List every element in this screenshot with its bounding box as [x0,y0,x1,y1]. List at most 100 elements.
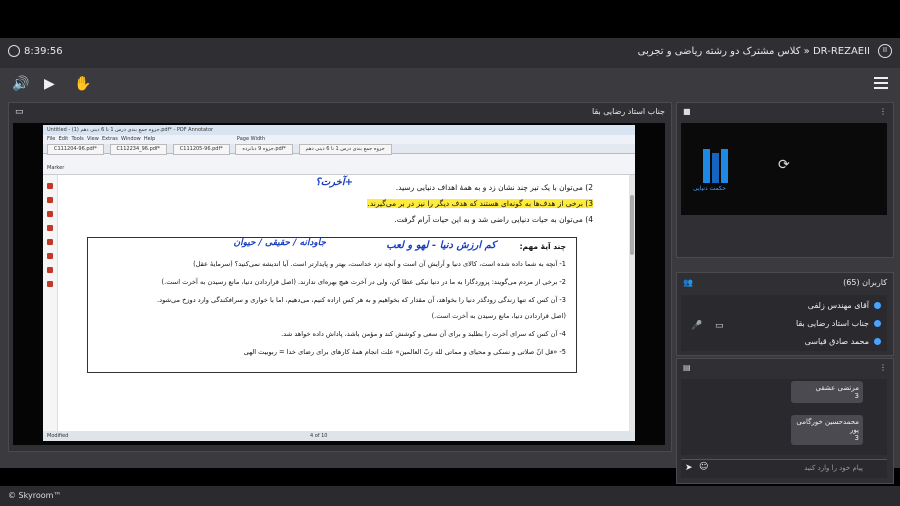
handwriting-note: کم ارزش دنیا - لهو و لعب [386,240,496,251]
verse-line: (اصل قراردادن دنیا، مانع رسیدن به آخرت ا… [431,312,566,320]
users-count-title: کاربران (65) [843,278,887,287]
screen-share-icon: ▭ [15,107,24,117]
tool-icon[interactable] [47,211,53,217]
tool-icon[interactable] [47,281,53,287]
users-group-icon: 👥 [683,278,693,287]
verse-line: 3- آن کس که تنها زندگی زودگذر دنیا را بخ… [157,296,566,304]
pdf-side-tools [43,175,58,431]
skyroom-app: 8:39:56 DR-REZAEII « کلاس مشترک دو رشته … [0,38,900,506]
page-indicator[interactable]: 4 of 10 [310,433,328,439]
screen-icon[interactable]: ▭ [715,321,724,331]
menu-view[interactable]: View [87,136,99,142]
pdf-tab[interactable]: جزوه 9 دبانرده.pdf* [235,144,293,155]
menu-window[interactable]: Window [121,136,141,142]
pdf-status-bar: Modified 4 of 10 [43,431,635,441]
message-text: 3 [854,434,859,442]
presentation-panel: ▭ جناب استاد رضایی بقا Untitled - جزوه ج… [8,102,672,452]
brand-text: © Skyroom™ [8,491,62,500]
users-header: 👥 کاربران (65) [683,278,887,287]
pdf-menu-bar: File Edit Tools View Extras Window Help … [43,135,635,144]
menu-file[interactable]: File [47,136,55,142]
tool-icon[interactable] [47,197,53,203]
menu-edit[interactable]: Edit [59,136,69,142]
chat-message: مرتضی عشقی 3 [791,381,863,403]
pdf-annotator-window: Untitled - جزوه جمع بندی درس 1 تا 6 دینی… [43,125,635,441]
pause-icon[interactable]: II [878,44,892,58]
important-verses-box: چند آیهٔ مهم: کم ارزش دنیا - لهو و لعب ج… [87,237,577,373]
play-icon[interactable]: ▶ [44,76,55,92]
verse-line: 5- «قل انّ صلاتی و نسکی و محیای و مماتی … [243,348,566,356]
chat-message: محمدحسین خورگامی پور 3 [791,415,863,445]
verse-line: 2- برخی از مردم می‌گویند: پروردگارا به م… [161,278,566,286]
camera-icon: ■ [683,107,691,116]
tool-icon[interactable] [47,253,53,259]
top-bar: 8:39:56 DR-REZAEII « کلاس مشترک دو رشته … [0,38,900,68]
marker-tool-label[interactable]: Marker [47,154,635,171]
sync-icon[interactable]: ⟳ [778,157,790,173]
clock-icon [8,45,20,57]
video-stream: حکمت دنیایی ⟳ [681,123,887,215]
users-panel: 👥 کاربران (65) آقای مهندس زلفی جناب استا… [676,272,894,356]
pdf-tab-active[interactable]: جزوه جمع بندی درس 1 تا 6 دینی دهم [298,144,392,155]
pdf-body: 2) می‌توان با یک تیر چند نشان زد و به هم… [43,175,635,431]
pdf-tab[interactable]: C111204-96.pdf* [47,144,104,155]
message-author: مرتضی عشقی [815,384,860,392]
user-icon [874,338,881,345]
logo-icon [703,149,729,183]
verse-line: 1- آنچه به شما داده شده است، کالای دنیا … [193,260,566,268]
raise-hand-icon[interactable]: ✋ [74,76,91,92]
main-toolbar: 🔊 ▶ ✋ [0,68,900,102]
modified-status: Modified [47,433,69,439]
chat-icon: ▤ [683,363,691,372]
hamburger-menu-icon[interactable] [874,77,888,92]
send-icon[interactable]: ➤ [685,463,693,473]
pdf-tab[interactable]: C112234_96.pdf* [109,144,168,155]
pdf-scrollbar[interactable] [629,175,635,431]
chat-input[interactable]: ➤ ☺ پیام خود را وارد کنید [681,459,887,478]
box-title: چند آیهٔ مهم: [519,242,566,251]
chat-messages: مرتضی عشقی 3 محمدحسین خورگامی پور 3 [681,379,887,455]
tool-icon[interactable] [47,239,53,245]
user-icon [874,320,881,327]
user-item[interactable]: آقای مهندس زلفی [808,301,881,310]
text-line-highlighted: 3) برخی از هدف‌ها به گونه‌ای هستند که هد… [367,199,593,208]
chat-placeholder: پیام خود را وارد کنید [804,464,863,472]
chat-panel: ▤ ⋮ مرتضی عشقی 3 محمدحسین خورگامی پور 3 … [676,358,894,484]
logo-text: حکمت دنیایی [693,185,726,192]
text-line: 2) می‌توان با یک تیر چند نشان زد و به هم… [395,183,593,192]
pdf-page: 2) می‌توان با یک تیر چند نشان زد و به هم… [83,175,603,431]
more-options-icon[interactable]: ⋮ [879,107,887,116]
users-list: آقای مهندس زلفی جناب استاد رضایی بقا محم… [681,295,887,351]
message-text: 3 [854,392,859,400]
pdf-tab[interactable]: C111205-96.pdf* [172,144,230,155]
footer: © Skyroom™ [0,486,900,506]
pdf-tabs: C111204-96.pdf* C112234_96.pdf* C111205-… [43,144,635,155]
session-clock: 8:39:56 [8,45,63,57]
microphone-icon[interactable]: 🎤 [691,321,702,331]
presentation-header: ▭ جناب استاد رضایی بقا [9,103,671,121]
presenter-name: جناب استاد رضایی بقا [592,107,665,116]
speaker-icon[interactable]: 🔊 [12,76,29,92]
emoji-icon[interactable]: ☺ [699,462,708,472]
more-options-icon[interactable]: ⋮ [879,363,887,372]
menu-extras[interactable]: Extras [102,136,118,142]
text-line: 4) می‌توان به حیات دنیایی راضی شد و به ا… [394,215,593,224]
room-title: DR-REZAEII « کلاس مشترک دو رشته ریاضی و … [637,46,870,57]
handwriting-note: جاودانه / حقیقی / حیوان [233,238,326,248]
zoom-select[interactable]: Page Width [237,136,265,142]
handwriting-note: +آخرت؟ [315,177,353,188]
message-author: محمدحسین خورگامی پور [796,418,859,434]
pdf-window-title: Untitled - جزوه جمع بندی درس 1 تا 6 دینی… [43,125,635,135]
menu-help[interactable]: Help [144,136,155,142]
menu-tools[interactable]: Tools [71,136,83,142]
user-item[interactable]: جناب استاد رضایی بقا [796,319,881,328]
user-icon [874,302,881,309]
tool-icon[interactable] [47,225,53,231]
pdf-annotation-toolbar: Marker [43,154,635,175]
tool-icon[interactable] [47,267,53,273]
video-panel: ■ ⋮ حکمت دنیایی ⟳ [676,102,894,258]
shared-screen: Untitled - جزوه جمع بندی درس 1 تا 6 دینی… [13,123,665,445]
user-item[interactable]: محمد صادق قیاسی [805,337,881,346]
tool-icon[interactable] [47,183,53,189]
verse-line: 4- آن کس که سرای آخرت را بطلبد و برای آن… [281,330,566,338]
